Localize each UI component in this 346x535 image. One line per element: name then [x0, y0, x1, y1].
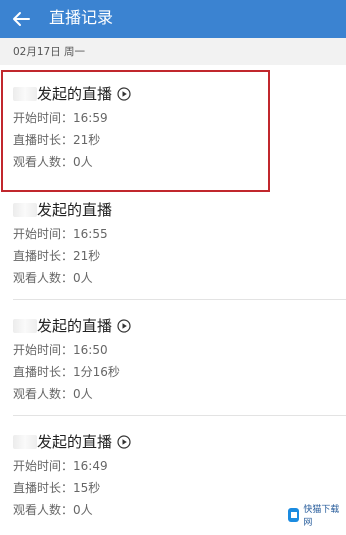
start-time: 开始时间：16:50 [13, 343, 108, 357]
record-title: 发起的直播 [13, 431, 131, 452]
start-time: 开始时间：16:59 [13, 111, 108, 125]
viewer-count: 观看人数：0人 [13, 271, 93, 285]
record-title-text: 发起的直播 [37, 433, 113, 451]
back-arrow-icon[interactable] [11, 7, 31, 31]
duration: 直播时长：21秒 [13, 249, 101, 263]
play-icon[interactable] [117, 318, 131, 333]
duration: 直播时长：1分16秒 [13, 365, 120, 379]
record-item[interactable]: 发起的直播 开始时间：16:50 直播时长：1分16秒 观看人数：0人 [0, 301, 346, 415]
record-item[interactable]: 发起的直播 开始时间：16:55 直播时长：21秒 观看人数：0人 [0, 185, 346, 299]
play-icon[interactable] [117, 86, 131, 101]
viewer-count: 观看人数：0人 [13, 387, 93, 401]
watermark-logo-icon [288, 508, 300, 522]
app-bar: 直播记录 [0, 0, 346, 38]
redacted-name [13, 202, 37, 217]
record-title-text: 发起的直播 [37, 85, 113, 103]
start-time: 开始时间：16:55 [13, 227, 108, 241]
divider [13, 415, 346, 416]
redacted-name [13, 86, 37, 101]
record-title: 发起的直播 [13, 83, 131, 104]
record-title: 发起的直播 [13, 315, 131, 336]
record-list: 发起的直播 开始时间：16:59 直播时长：21秒 观看人数：0人 发起的直播 … [0, 65, 346, 535]
viewer-count: 观看人数：0人 [13, 155, 93, 169]
watermark: 快猫下载网 [284, 503, 340, 528]
page-title: 直播记录 [49, 8, 114, 27]
viewer-count: 观看人数：0人 [13, 503, 93, 517]
watermark-text: 快猫下载网 [303, 505, 340, 528]
record-title-text: 发起的直播 [37, 317, 113, 335]
record-title: 发起的直播 [13, 199, 112, 220]
start-time: 开始时间：16:49 [13, 459, 108, 473]
divider [13, 299, 346, 300]
record-item[interactable]: 发起的直播 开始时间：16:59 直播时长：21秒 观看人数：0人 [0, 65, 346, 179]
date-header: 02月17日 周一 [13, 46, 86, 58]
redacted-name [13, 318, 37, 333]
play-icon[interactable] [117, 434, 131, 449]
duration: 直播时长：21秒 [13, 133, 101, 147]
duration: 直播时长：15秒 [13, 481, 101, 495]
redacted-name [13, 434, 37, 449]
record-title-text: 发起的直播 [37, 201, 113, 219]
